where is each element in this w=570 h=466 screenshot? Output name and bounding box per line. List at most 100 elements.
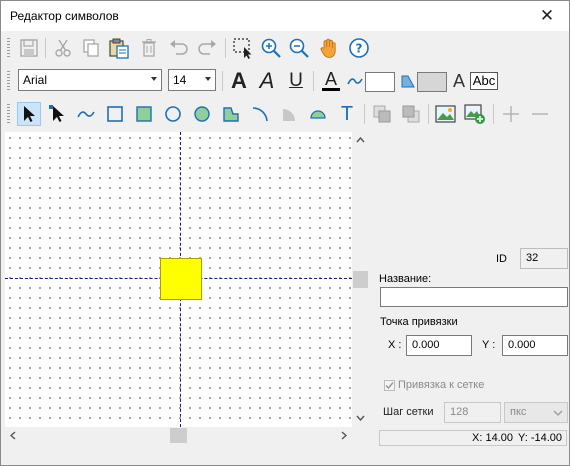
window-title: Редактор символов [10, 9, 119, 23]
id-field: 32 [520, 248, 568, 269]
font-size-select[interactable]: 14 [168, 69, 216, 91]
zoom-out-button[interactable] [287, 36, 311, 60]
toolbar-separator [493, 104, 494, 124]
arc-tool-button[interactable] [248, 102, 272, 126]
toolbar-draw: T [1, 98, 569, 130]
cut-button[interactable] [51, 36, 75, 60]
horizontal-scroll-thumb[interactable] [170, 428, 187, 443]
font-family-value: Arial [23, 73, 48, 87]
zoom-out-icon [289, 38, 309, 58]
pointer-icon [24, 106, 35, 122]
toolbar-separator [428, 104, 429, 124]
pan-hand-icon [320, 38, 336, 58]
toolbar-edit: ? [1, 32, 569, 64]
add-image-button[interactable] [463, 102, 487, 126]
cursor-x-text: X: 14.00 [472, 432, 513, 444]
delete-button[interactable] [137, 36, 161, 60]
name-input[interactable] [380, 287, 568, 307]
snap-to-grid-checkbox[interactable] [384, 380, 395, 391]
scroll-up-icon[interactable] [356, 137, 365, 143]
insert-image-button[interactable] [434, 102, 458, 126]
text-style-button[interactable]: A [450, 69, 468, 93]
remove-point-button[interactable] [528, 102, 552, 126]
polygon-tool-button[interactable] [219, 102, 243, 126]
pan-button[interactable] [317, 36, 341, 60]
polyline-tool-button[interactable] [74, 102, 98, 126]
text-tool-button[interactable]: T [335, 102, 359, 126]
close-icon: ✕ [539, 6, 555, 25]
arc-icon [252, 107, 268, 122]
anchor-x-input[interactable]: 0.000 [406, 335, 472, 356]
toolbar-grip[interactable] [7, 104, 10, 124]
insert-image-icon [435, 105, 456, 123]
redo-button[interactable] [195, 36, 219, 60]
send-back-icon [402, 105, 420, 123]
save-button[interactable] [17, 36, 41, 60]
scroll-down-icon[interactable] [356, 415, 365, 421]
fill-color-icon [401, 75, 415, 88]
italic-icon: A [259, 68, 275, 93]
polygon-icon [223, 107, 239, 122]
bold-button[interactable]: A [227, 68, 251, 93]
symbol-square-shape[interactable] [160, 258, 202, 300]
filled-ellipse-tool-button[interactable] [190, 102, 214, 126]
filled-rectangle-tool-button[interactable] [132, 102, 156, 126]
pointer-tool-button[interactable] [17, 102, 41, 126]
copy-icon [83, 39, 99, 57]
text-style-icon: A [452, 70, 465, 91]
save-icon [20, 39, 38, 57]
zoom-in-button[interactable] [259, 36, 283, 60]
ellipse-tool-button[interactable] [161, 102, 185, 126]
select-area-button[interactable] [231, 36, 255, 60]
send-back-button[interactable] [399, 102, 423, 126]
textbox-button[interactable]: Abc [468, 69, 500, 93]
text-tool-icon: T [340, 102, 354, 125]
remove-point-icon [532, 113, 548, 115]
add-point-button[interactable] [499, 102, 523, 126]
pie-tool-button[interactable] [277, 102, 301, 126]
delete-icon [142, 39, 156, 57]
horizontal-scrollbar[interactable] [5, 427, 352, 444]
underline-button[interactable]: U [284, 69, 308, 93]
scroll-left-icon[interactable] [10, 431, 16, 440]
vertical-scroll-thumb[interactable] [353, 271, 368, 288]
toolbar-grip[interactable] [7, 38, 10, 58]
toolbar-separator [222, 71, 223, 91]
grid-unit-select[interactable]: пкс [504, 402, 568, 423]
drawing-canvas[interactable] [5, 132, 352, 427]
font-color-button[interactable]: A [319, 68, 343, 92]
select-area-icon [233, 38, 252, 59]
undo-icon [170, 40, 188, 55]
fill-color-button[interactable] [398, 69, 418, 93]
paste-button[interactable] [107, 36, 131, 60]
copy-button[interactable] [79, 36, 103, 60]
grid-step-input[interactable]: 128 [444, 402, 501, 423]
ellipse-icon [165, 106, 181, 122]
chevron-down-icon [553, 410, 563, 416]
fill-color-swatch[interactable] [417, 72, 447, 92]
line-color-icon [347, 78, 363, 85]
node-select-tool-button[interactable] [46, 102, 70, 126]
anchor-y-input[interactable]: 0.000 [502, 335, 568, 356]
scroll-right-icon[interactable] [341, 431, 347, 440]
bold-icon: A [231, 68, 247, 93]
toolbar-grip[interactable] [7, 71, 10, 91]
help-button[interactable]: ? [347, 36, 371, 60]
vertical-scrollbar[interactable] [352, 132, 369, 427]
chord-tool-button[interactable] [306, 102, 330, 126]
chord-icon [310, 110, 326, 119]
rectangle-tool-button[interactable] [103, 102, 127, 126]
grid-step-label: Шаг сетки [383, 406, 434, 418]
bring-front-button[interactable] [370, 102, 394, 126]
title-bar: Редактор символов ✕ [1, 1, 569, 31]
italic-button[interactable]: A [255, 68, 279, 93]
add-image-icon [464, 104, 485, 124]
undo-button[interactable] [167, 36, 191, 60]
line-color-swatch[interactable] [365, 72, 395, 92]
line-color-button[interactable] [345, 69, 365, 93]
pie-icon [283, 109, 295, 121]
close-button[interactable]: ✕ [525, 1, 569, 31]
chevron-down-icon [151, 77, 157, 81]
font-family-select[interactable]: Arial [18, 69, 162, 91]
anchor-y-label: Y : [482, 339, 496, 351]
